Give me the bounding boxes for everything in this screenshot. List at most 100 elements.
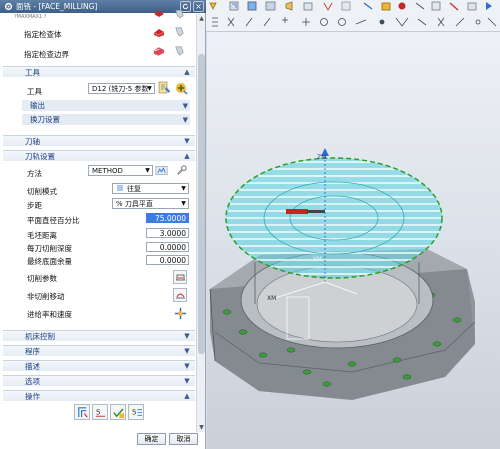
- play-icon: [486, 2, 492, 10]
- cut-params-button[interactable]: [173, 270, 187, 284]
- circle-icon-2: [338, 18, 346, 26]
- view-icon: [265, 1, 276, 11]
- marker-icon: [323, 2, 333, 11]
- scroll-down-icon[interactable]: ▼: [198, 424, 205, 431]
- close-button[interactable]: ×: [193, 1, 204, 12]
- cut-icon: [449, 2, 459, 11]
- diag-icon: [415, 2, 425, 10]
- flashlight-icon-top[interactable]: [172, 7, 186, 21]
- line-icon-2: [355, 19, 367, 25]
- description-section-header[interactable]: 描述 ▼: [3, 360, 195, 371]
- point-icon: [379, 19, 385, 25]
- cut-pattern-select[interactable]: 往复 ▼: [112, 183, 189, 194]
- wrench-icon[interactable]: [174, 163, 188, 177]
- chevron-down-icon: ▼: [147, 85, 152, 92]
- chevron-down-icon: ▼: [181, 185, 186, 192]
- toolbar-icons[interactable]: [206, 0, 500, 32]
- tool-section-title: 工具: [25, 67, 40, 77]
- depth-per-cut-label: 每刀切削深度: [27, 244, 72, 253]
- tool-change-subsection[interactable]: 换刀设置 ▼: [22, 114, 190, 125]
- feeds-speeds-button[interactable]: [173, 306, 187, 320]
- output-subsection[interactable]: 输出 ▼: [22, 100, 190, 111]
- svg-text:5: 5: [95, 407, 100, 416]
- flat-diameter-percent-label: 平面直径百分比: [27, 216, 80, 225]
- flat-diameter-percent-input[interactable]: 75.0000: [146, 213, 189, 223]
- expand-chevron-icon[interactable]: ▼: [183, 102, 188, 110]
- collapse-chevron-icon[interactable]: ▲: [183, 152, 191, 160]
- tool-select[interactable]: D12 (铣刀-5 参数 ▼: [88, 83, 155, 94]
- graphics-toolbar: [206, 0, 500, 32]
- program-section-header[interactable]: 程序 ▼: [3, 345, 195, 356]
- method-edit-button[interactable]: [155, 163, 169, 177]
- new-tool-button[interactable]: [174, 81, 188, 95]
- check-boundary-select-button[interactable]: [152, 43, 166, 57]
- tool-marker: [286, 209, 308, 214]
- program-title: 程序: [25, 346, 40, 356]
- flashlight-icon[interactable]: [172, 24, 186, 38]
- specify-check-body-label: 指定检查体: [24, 30, 62, 39]
- end-icon: [487, 17, 497, 27]
- expand-chevron-icon[interactable]: ▼: [183, 377, 191, 385]
- collapse-chevron-icon[interactable]: ▲: [183, 68, 191, 76]
- expand-chevron-icon[interactable]: ▼: [183, 116, 188, 124]
- machine-control-title: 机床控制: [25, 331, 55, 341]
- actions-section-header[interactable]: 操作 ▲: [3, 390, 195, 401]
- cut-off-text: ?MAXMAX1 ?: [14, 14, 47, 20]
- expand-chevron-icon[interactable]: ▼: [183, 347, 191, 355]
- triangle-icon: [209, 2, 217, 10]
- svg-text:5: 5: [131, 407, 136, 416]
- generate-toolpath-button[interactable]: [74, 404, 90, 420]
- feeds-speeds-label: 进给率和速度: [27, 310, 72, 319]
- non-cut-moves-button[interactable]: [173, 288, 187, 302]
- path-settings-section-header[interactable]: 刀轨设置 ▲: [3, 150, 195, 161]
- sheet-icon: [341, 1, 351, 11]
- toolbar-row-2: [212, 17, 497, 27]
- list-button[interactable]: 5: [128, 404, 144, 420]
- check-select-button-top[interactable]: [152, 7, 166, 21]
- slash-icon-2: [263, 17, 271, 27]
- hatch-icon: [285, 1, 293, 11]
- description-title: 描述: [25, 361, 40, 371]
- tool-axis-section-header[interactable]: 刀轴 ▼: [3, 135, 195, 146]
- gear-icon: [3, 2, 13, 12]
- scroll-up-icon[interactable]: ▲: [198, 15, 205, 22]
- stepover-select[interactable]: % 刀具平直 ▼: [112, 198, 189, 209]
- collapse-chevron-icon[interactable]: ▲: [183, 392, 191, 400]
- cancel-button[interactable]: 取消: [169, 433, 198, 445]
- plus-icon: [282, 17, 288, 23]
- actions-title: 操作: [25, 391, 40, 401]
- confirm-button-icon[interactable]: [110, 404, 126, 420]
- menu-icon: [212, 17, 218, 27]
- output-label: 输出: [30, 101, 45, 110]
- edit-tool-button[interactable]: [157, 81, 171, 95]
- expand-chevron-icon[interactable]: ▼: [183, 332, 191, 340]
- method-select-value: METHOD: [92, 166, 123, 175]
- options-section-header[interactable]: 选项 ▼: [3, 375, 195, 386]
- scrollbar-thumb[interactable]: [198, 54, 205, 354]
- dialog-scrollbar[interactable]: ▲ ▼: [196, 14, 205, 432]
- expand-chevron-icon[interactable]: ▼: [183, 362, 191, 370]
- flashlight-icon-2[interactable]: [172, 43, 186, 57]
- folder-icon: [381, 2, 391, 11]
- graphics-viewport[interactable]: ZM YM XM: [207, 32, 500, 449]
- tool-select-value: D12 (铣刀-5 参数: [92, 84, 149, 93]
- face-milling-dialog: 面铣 - [FACE_MILLING] × ?MAXMAX1 ? 指定检查体 指…: [0, 0, 206, 449]
- zigzag-icon: [117, 185, 123, 191]
- replay-button[interactable]: 5: [92, 404, 108, 420]
- machine-control-section-header[interactable]: 机床控制 ▼: [3, 330, 195, 341]
- chevron-down-icon: ▼: [145, 167, 150, 174]
- check-body-select-button[interactable]: [152, 24, 166, 38]
- red-dot-icon: [398, 2, 406, 10]
- expand-chevron-icon[interactable]: ▼: [183, 137, 191, 145]
- floor-stock-label: 最终底面余量: [27, 257, 72, 266]
- blank-distance-input[interactable]: 3.0000: [146, 228, 189, 238]
- method-select[interactable]: METHOD ▼: [88, 165, 153, 176]
- options-title: 选项: [25, 376, 40, 386]
- depth-per-cut-input[interactable]: 0.0000: [146, 242, 189, 252]
- floor-stock-input[interactable]: 0.0000: [146, 255, 189, 265]
- line-icon: [363, 2, 373, 10]
- tool-section-header[interactable]: 工具 ▲: [3, 66, 195, 77]
- specify-check-boundary-label: 指定检查边界: [24, 50, 69, 59]
- ok-button[interactable]: 确定: [137, 433, 166, 445]
- blank-distance-label: 毛坯距离: [27, 231, 57, 240]
